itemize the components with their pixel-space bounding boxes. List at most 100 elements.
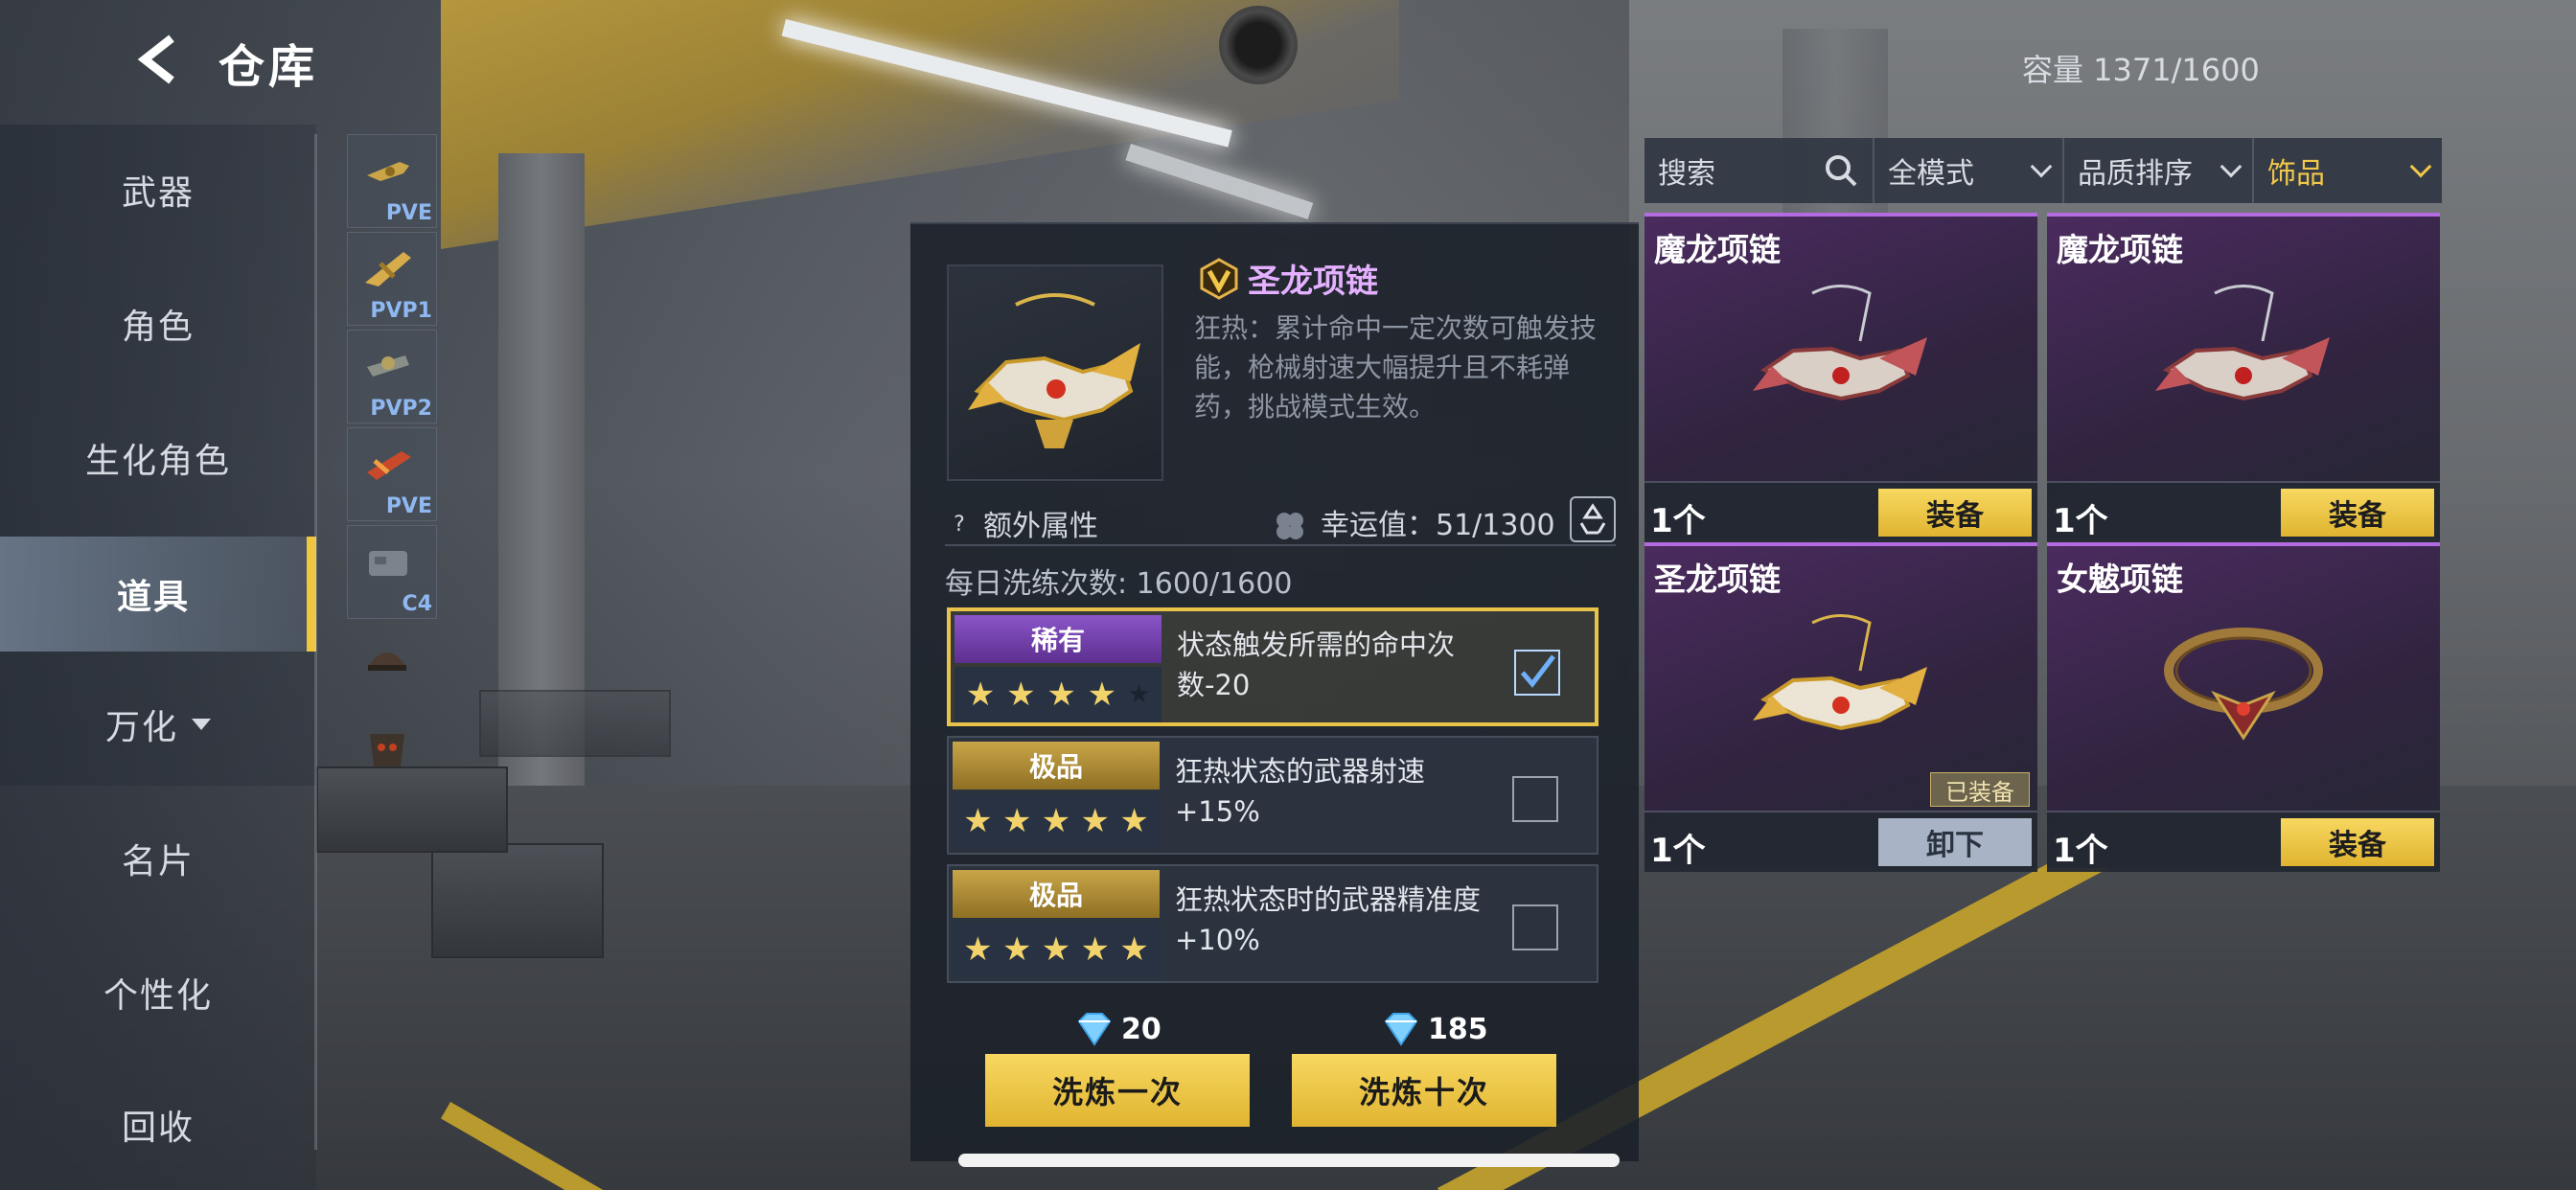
attribute-text: 狂热状态时的武器精准度+10% xyxy=(1175,883,1482,956)
card-count: 1个 xyxy=(2053,502,2108,540)
star-icon: ★ xyxy=(1001,930,1032,969)
search-field[interactable]: 搜索 xyxy=(1644,138,1874,203)
equipped-badge: 已装备 xyxy=(1930,772,2030,807)
subcategory-item[interactable]: PVE xyxy=(347,427,437,521)
c4-thumbnail-icon xyxy=(369,551,407,576)
helmet-thumbnail-icon xyxy=(368,652,406,671)
category-dropdown[interactable]: 饰品 xyxy=(2254,138,2442,203)
help-icon[interactable]: ? xyxy=(945,509,974,538)
star-icon: ★ xyxy=(1041,930,1071,969)
bg-speaker xyxy=(1219,6,1298,84)
equip-button[interactable]: 装备 xyxy=(2281,818,2434,866)
screen: 仓库 容量 1371/1600 武器 角色 生化角色 道具 万化 名片 个性化 … xyxy=(0,0,2576,1190)
subcategory-label: PVP1 xyxy=(370,299,432,323)
nav-item-items[interactable]: 道具 xyxy=(0,537,316,652)
clover-icon xyxy=(1276,513,1303,540)
subcategory-label: PVE xyxy=(385,494,432,518)
star-icon: ★ xyxy=(1087,675,1117,714)
nav-item-label: 武器 xyxy=(121,173,195,213)
nav-item-characters[interactable]: 角色 xyxy=(0,266,316,381)
sort-value: 品质排序 xyxy=(2078,157,2193,191)
home-indicator[interactable] xyxy=(958,1154,1620,1167)
wash-ten-button[interactable]: 洗炼十次 xyxy=(1292,1054,1556,1127)
card-footer: 1个 卸下 xyxy=(1644,811,2037,872)
nav-item-recycle[interactable]: 回收 xyxy=(0,1067,316,1182)
card-name: 魔龙项链 xyxy=(2057,231,2183,268)
weapon-thumbnail-icon xyxy=(367,451,411,480)
nav-item-zombie-characters[interactable]: 生化角色 xyxy=(0,400,316,515)
grade-badge: 极品 xyxy=(953,870,1160,918)
diamond-icon xyxy=(1384,1013,1418,1046)
equip-button[interactable]: 装备 xyxy=(2281,489,2434,537)
svg-text:?: ? xyxy=(954,513,965,537)
card-footer: 1个 装备 xyxy=(2047,481,2440,542)
nav-item-personalize[interactable]: 个性化 xyxy=(0,935,316,1050)
recycle-icon xyxy=(1579,503,1606,535)
caret-down-icon xyxy=(192,719,211,730)
extra-attributes-row: ? 额外属性 幸运值：51/1300 xyxy=(945,496,1616,546)
wash-ten-price: 185 xyxy=(1380,1012,1488,1046)
sort-dropdown[interactable]: 品质排序 xyxy=(2064,138,2254,203)
nav-item-label: 万化 xyxy=(104,708,178,747)
wash-once-price: 20 xyxy=(1073,1012,1162,1046)
nav-item-wanhua[interactable]: 万化 xyxy=(0,667,316,782)
star-rating: ★ ★ ★ ★ ★ xyxy=(953,793,1160,849)
nav-item-label: 生化角色 xyxy=(84,442,231,481)
subcategory-item[interactable] xyxy=(347,713,437,807)
item-card[interactable]: 魔龙项链 1个 装备 xyxy=(1644,213,2037,542)
back-arrow-icon xyxy=(137,34,174,84)
subcategory-item[interactable] xyxy=(347,623,437,717)
grade-badge: 稀有 xyxy=(954,615,1162,663)
attribute-text: 狂热状态的武器射速+15% xyxy=(1175,755,1426,828)
daily-wash-count: 每日洗练次数: 1600/1600 xyxy=(945,567,1293,601)
card-name: 魔龙项链 xyxy=(1654,231,1781,268)
star-icon: ★ xyxy=(1119,802,1149,840)
nav-item-weapons[interactable]: 武器 xyxy=(0,132,316,247)
attribute-text: 状态触发所需的命中次数-20 xyxy=(1177,629,1456,701)
chevron-down-icon xyxy=(2409,155,2432,178)
necklace-icon xyxy=(2155,285,2330,401)
card-footer: 1个 装备 xyxy=(1644,481,2037,542)
item-thumbnail xyxy=(947,264,1163,481)
subcategory-item[interactable]: PVE xyxy=(347,134,437,228)
unequip-button[interactable]: 卸下 xyxy=(1878,818,2032,866)
back-button[interactable] xyxy=(125,31,192,88)
equip-button[interactable]: 装备 xyxy=(1878,489,2032,537)
mode-dropdown[interactable]: 全模式 xyxy=(1874,138,2064,203)
wash-once-button[interactable]: 洗炼一次 xyxy=(985,1054,1250,1127)
attribute-lock-checkbox[interactable] xyxy=(1512,904,1558,950)
dragon-necklace-icon xyxy=(1753,614,1927,731)
necklace-icon xyxy=(1753,285,1927,401)
price-value: 20 xyxy=(1121,1012,1162,1046)
attribute-row[interactable]: 稀有 ★ ★ ★ ★ ★ 状态触发所需的命中次数-20 xyxy=(947,607,1598,726)
search-icon xyxy=(1826,155,1857,187)
star-icon: ★ xyxy=(1119,930,1149,969)
item-description: 狂热：累计命中一定次数可触发技能，枪械射速大幅提升且不耗弹药，挑战模式生效。 xyxy=(1194,312,1598,423)
subcategory-label: C4 xyxy=(402,592,432,616)
left-nav: 武器 角色 生化角色 道具 万化 名片 个性化 回收 xyxy=(0,125,316,1190)
nav-item-label: 道具 xyxy=(116,578,190,617)
attribute-lock-checkbox[interactable] xyxy=(1514,650,1560,696)
subcategory-item[interactable]: C4 xyxy=(347,525,437,619)
item-card[interactable]: 女魃项链 1个 装备 xyxy=(2047,542,2440,872)
chevron-down-icon xyxy=(2030,155,2053,178)
attribute-row[interactable]: 极品 ★ ★ ★ ★ ★ 狂热状态的武器射速+15% xyxy=(947,736,1598,855)
reset-button[interactable] xyxy=(1570,496,1616,542)
chevron-down-icon xyxy=(2220,155,2242,178)
subcategory-item[interactable]: PVP2 xyxy=(347,330,437,423)
card-name: 圣龙项链 xyxy=(1654,561,1781,598)
star-icon: ★ xyxy=(963,930,993,969)
star-icon: ★ xyxy=(1046,675,1076,714)
star-icon: ★ xyxy=(1080,930,1111,969)
nav-item-label: 角色 xyxy=(121,308,195,347)
item-card[interactable]: 圣龙项链 已装备 1个 卸下 xyxy=(1644,542,2037,872)
item-card[interactable]: 魔龙项链 1个 装备 xyxy=(2047,213,2440,542)
v-rank-icon xyxy=(1200,257,1238,300)
attribute-row[interactable]: 极品 ★ ★ ★ ★ ★ 狂热状态时的武器精准度+10% xyxy=(947,864,1598,983)
star-rating: ★ ★ ★ ★ ★ xyxy=(953,922,1160,977)
subcategory-item[interactable]: PVP1 xyxy=(347,232,437,326)
nav-item-cards[interactable]: 名片 xyxy=(0,801,316,916)
attribute-lock-checkbox[interactable] xyxy=(1512,776,1558,822)
star-icon: ★ xyxy=(1001,802,1032,840)
bg-ceiling-light xyxy=(1125,144,1314,219)
